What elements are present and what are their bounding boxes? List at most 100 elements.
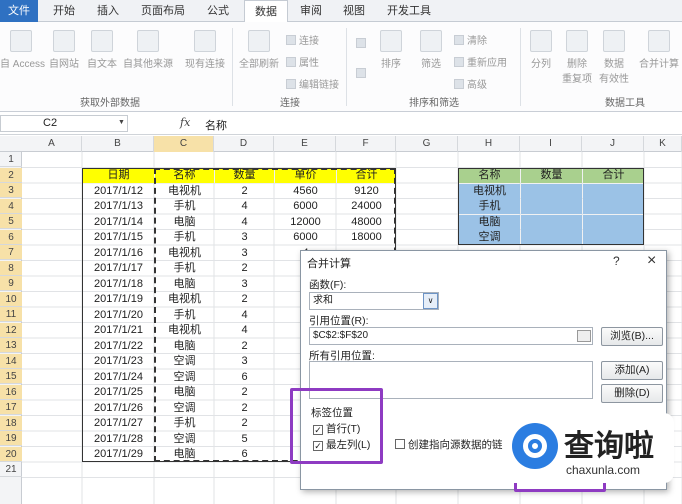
data-validation-button[interactable]: 数据 有效性 [596, 30, 632, 85]
table-cell[interactable]: 4 [215, 323, 274, 338]
table-cell[interactable]: 4 [215, 215, 274, 230]
summary-name-cell[interactable]: 电视机 [459, 183, 520, 199]
column-header-e[interactable]: E [274, 136, 336, 152]
table-cell[interactable]: 6000 [275, 199, 336, 214]
table-cell[interactable]: 4 [215, 199, 274, 214]
row-header-11[interactable]: 11 [0, 307, 22, 322]
table-cell[interactable]: 2017/1/27 [83, 416, 154, 431]
row-header-14[interactable]: 14 [0, 353, 22, 369]
edit-links-button[interactable]: 编辑链接 [286, 76, 339, 91]
table-cell[interactable]: 6 [215, 447, 274, 462]
tab-data[interactable]: 数据 [244, 0, 288, 23]
table-header-cell[interactable]: 合计 [337, 168, 396, 183]
summary-total-cell[interactable] [583, 183, 644, 199]
table-cell[interactable]: 电视机 [155, 292, 214, 307]
table-cell[interactable]: 电脑 [155, 385, 214, 400]
summary-name-cell[interactable]: 空调 [459, 230, 520, 245]
collapse-dialog-icon[interactable] [577, 330, 591, 342]
name-box-dropdown-icon[interactable]: ▼ [118, 119, 125, 126]
column-header-k[interactable]: K [644, 136, 682, 152]
name-box[interactable]: C2 [0, 115, 128, 132]
table-header-cell[interactable]: 日期 [83, 168, 154, 183]
column-header-h[interactable]: H [458, 136, 520, 152]
summary-name-cell[interactable]: 电脑 [459, 214, 520, 230]
tab-page-layout[interactable]: 页面布局 [134, 0, 192, 22]
table-cell[interactable]: 2017/1/28 [83, 432, 154, 447]
table-header-cell[interactable]: 名称 [155, 168, 214, 183]
column-header-c[interactable]: C [154, 136, 214, 152]
table-cell[interactable]: 电视机 [155, 246, 214, 261]
table-cell[interactable]: 3 [215, 354, 274, 369]
browse-button[interactable]: 浏览(B)... [601, 327, 663, 346]
text-to-columns-button[interactable]: 分列 [524, 30, 558, 70]
table-cell[interactable]: 2017/1/14 [83, 215, 154, 230]
table-cell[interactable]: 2017/1/19 [83, 292, 154, 307]
column-header-a[interactable]: A [22, 136, 82, 152]
row-header-2[interactable]: 2 [0, 167, 22, 183]
advanced-filter-button[interactable]: 高级 [454, 76, 487, 91]
table-cell[interactable]: 手机 [155, 230, 214, 245]
consolidate-button[interactable]: 合并计算 [636, 30, 682, 70]
table-cell[interactable]: 2017/1/29 [83, 447, 154, 462]
summary-quantity-cell[interactable] [521, 199, 582, 214]
sort-button[interactable]: 排序 [374, 30, 408, 70]
row-header-13[interactable]: 13 [0, 338, 22, 353]
table-cell[interactable]: 电视机 [155, 323, 214, 338]
table-cell[interactable]: 手机 [155, 199, 214, 214]
table-cell[interactable]: 电脑 [155, 339, 214, 354]
tab-insert[interactable]: 插入 [88, 0, 128, 22]
summary-header-cell[interactable]: 数量 [521, 168, 582, 183]
row-header-9[interactable]: 9 [0, 276, 22, 291]
from-web-button[interactable]: 自网站 [46, 30, 82, 70]
row-header-12[interactable]: 12 [0, 322, 22, 338]
table-cell[interactable]: 3 [215, 230, 274, 245]
formula-input[interactable]: 名称 [205, 117, 227, 133]
table-cell[interactable]: 24000 [337, 199, 396, 214]
properties-button[interactable]: 属性 [286, 54, 319, 69]
tab-home[interactable]: 开始 [44, 0, 84, 22]
row-header-17[interactable]: 17 [0, 400, 22, 415]
row-header-1[interactable]: 1 [0, 152, 22, 167]
table-cell[interactable]: 2017/1/24 [83, 370, 154, 385]
summary-quantity-cell[interactable] [521, 230, 582, 245]
table-cell[interactable]: 电脑 [155, 447, 214, 462]
row-header-18[interactable]: 18 [0, 415, 22, 431]
table-cell[interactable]: 2017/1/26 [83, 401, 154, 416]
table-cell[interactable]: 3 [215, 277, 274, 292]
summary-header-cell[interactable]: 合计 [583, 168, 644, 183]
table-cell[interactable]: 18000 [337, 230, 396, 245]
sort-descending-button[interactable] [356, 68, 369, 80]
table-cell[interactable]: 2017/1/22 [83, 339, 154, 354]
row-header-20[interactable]: 20 [0, 446, 22, 462]
column-header-d[interactable]: D [214, 136, 274, 152]
remove-duplicates-button[interactable]: 删除 重复项 [560, 30, 594, 85]
column-header-i[interactable]: I [520, 136, 582, 152]
refresh-all-button[interactable]: 全部刷新 [236, 30, 282, 70]
row-header-4[interactable]: 4 [0, 198, 22, 214]
row-header-3[interactable]: 3 [0, 183, 22, 198]
function-select[interactable]: 求和 [309, 292, 439, 310]
row-header-19[interactable]: 19 [0, 431, 22, 446]
table-cell[interactable]: 手机 [155, 416, 214, 431]
tab-developer[interactable]: 开发工具 [380, 0, 438, 22]
tab-view[interactable]: 视图 [334, 0, 374, 22]
table-cell[interactable]: 6 [215, 370, 274, 385]
table-cell[interactable]: 2017/1/23 [83, 354, 154, 369]
connections-button[interactable]: 连接 [286, 32, 319, 47]
reference-input[interactable]: $C$2:$F$20 [309, 327, 593, 345]
table-cell[interactable]: 2 [215, 385, 274, 400]
table-cell[interactable]: 48000 [337, 215, 396, 230]
table-cell[interactable]: 9120 [337, 184, 396, 199]
table-cell[interactable]: 2017/1/15 [83, 230, 154, 245]
table-cell[interactable]: 3 [215, 246, 274, 261]
tab-formulas[interactable]: 公式 [196, 0, 240, 22]
table-cell[interactable]: 空调 [155, 370, 214, 385]
table-cell[interactable]: 电脑 [155, 215, 214, 230]
summary-total-cell[interactable] [583, 214, 644, 230]
row-header-5[interactable]: 5 [0, 214, 22, 229]
summary-total-cell[interactable] [583, 199, 644, 214]
from-other-button[interactable]: 自其他来源 [120, 30, 176, 70]
summary-quantity-cell[interactable] [521, 183, 582, 199]
table-cell[interactable]: 空调 [155, 401, 214, 416]
table-cell[interactable]: 2 [215, 261, 274, 276]
